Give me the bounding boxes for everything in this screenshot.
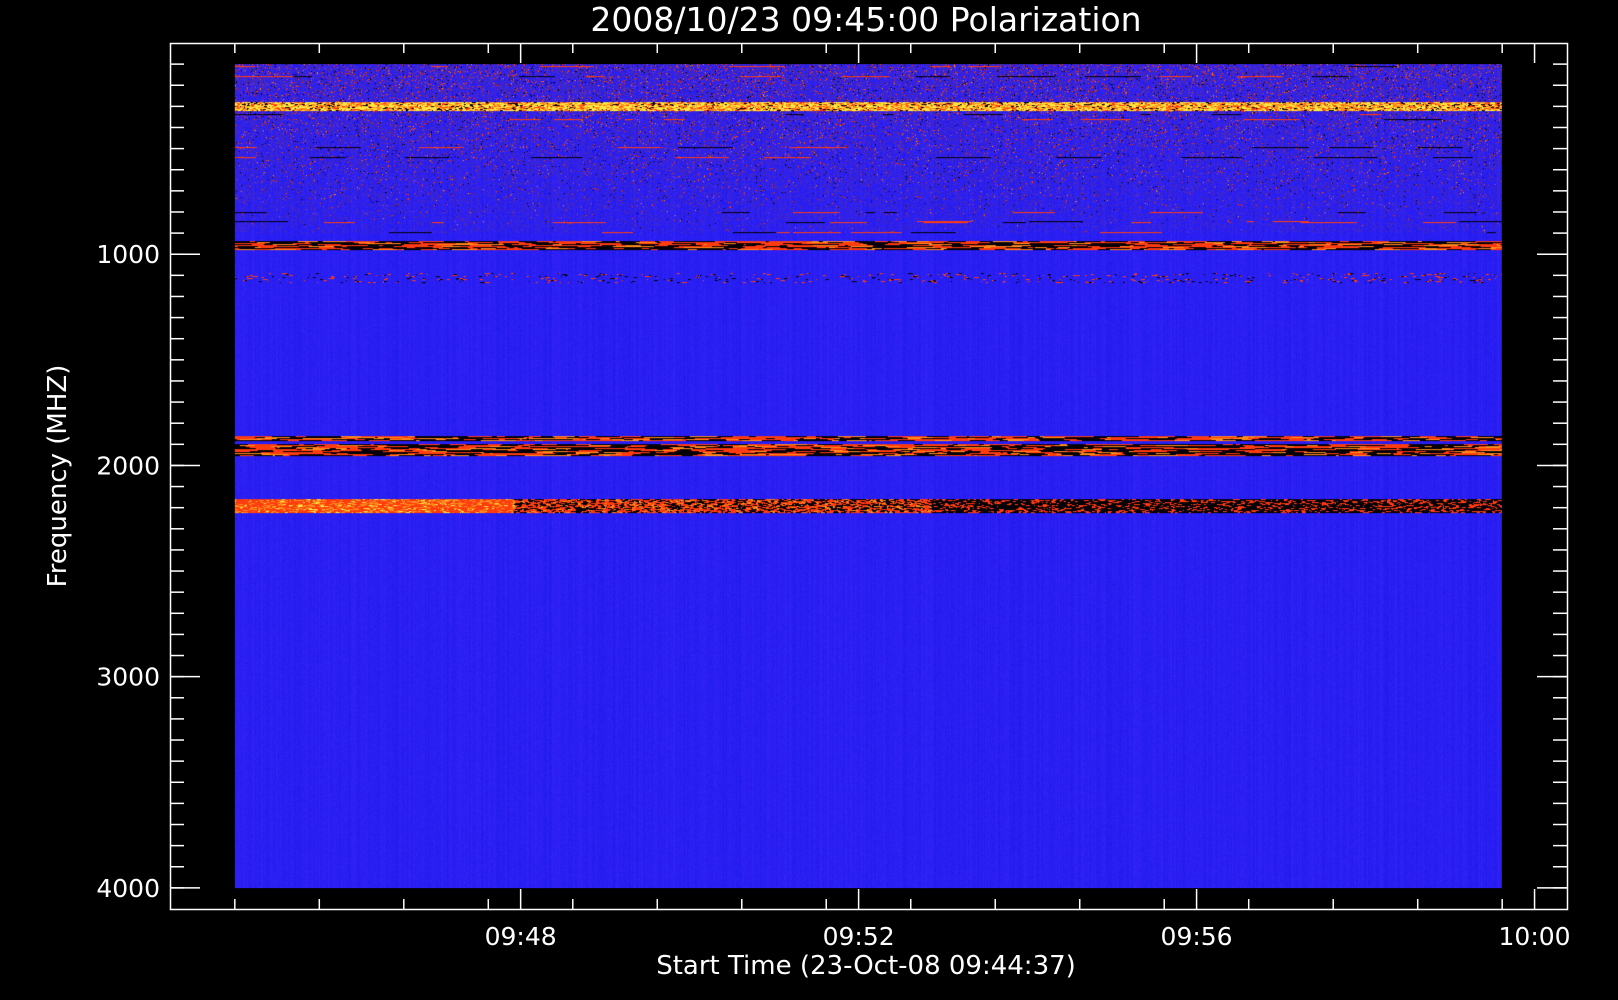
x-tick-label: 09:48 — [485, 922, 557, 951]
x-tick-label: 09:56 — [1161, 922, 1233, 951]
spectrogram-chart: 2008/10/23 09:45:00 Polarization 09:48 09… — [0, 0, 1618, 1000]
y-tick-label: 4000 — [96, 874, 160, 903]
x-tick-label: 10:00 — [1499, 922, 1571, 951]
chart-title: 2008/10/23 09:45:00 Polarization — [590, 0, 1141, 39]
y-tick-label: 3000 — [96, 663, 160, 692]
y-tick-label: 1000 — [96, 240, 160, 269]
y-axis-label: Frequency (MHZ) — [43, 365, 73, 588]
heatmap-raster — [234, 64, 1502, 889]
x-axis-label: Start Time (23-Oct-08 09:44:37) — [656, 951, 1076, 981]
heatmap-image — [234, 64, 1502, 889]
y-tick-label: 2000 — [96, 451, 160, 480]
x-tick-label: 09:52 — [823, 922, 895, 951]
